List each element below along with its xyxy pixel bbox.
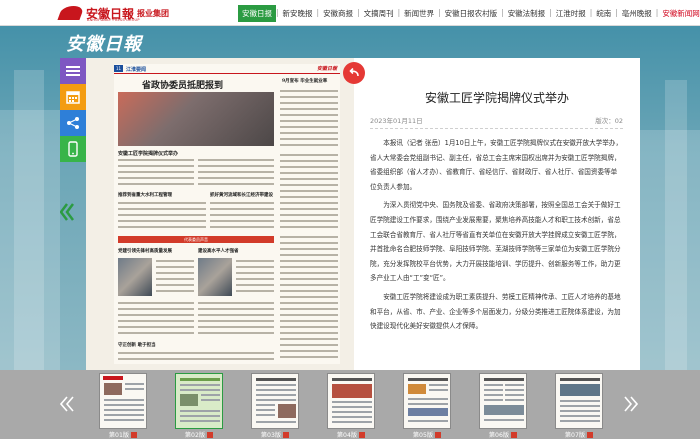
pdf-icon[interactable]	[435, 432, 442, 438]
article-body: 本报讯（记者 张岳）1月10日上午，安徽工匠学院揭牌仪式在安徽开放大学举办，省人…	[370, 136, 623, 368]
thumbnail-label: 第06版	[488, 432, 510, 439]
newspaper-page-image[interactable]: 11 江淮要闻 安徽日報 省政协委员抵肥报到 9月宣布 毕业生就业率 安徽工匠学…	[86, 58, 354, 370]
portrait-photo	[118, 258, 152, 296]
article-paragraph: 为深入贯彻党中央、国务院及省委、省政府决策部署，按照全国总工会关于做好工匠学院建…	[370, 201, 621, 283]
article-divider	[370, 128, 623, 129]
portrait-photo	[198, 258, 232, 296]
page-thumbnail[interactable]: 第04版	[324, 373, 378, 439]
back-button[interactable]	[343, 62, 365, 84]
headline-talent[interactable]: 建设高水平人才强省	[198, 248, 239, 254]
page-thumbnail[interactable]: 第01版	[96, 373, 150, 439]
back-arrow-icon	[349, 68, 359, 77]
chevron-double-left-icon	[59, 203, 74, 221]
logo-english-text: ANHUI DAILY PRESS GROUP	[87, 18, 140, 22]
mobile-icon	[68, 141, 78, 157]
nav-item-anhui-news-net[interactable]: 安徽新闻网	[658, 5, 700, 22]
thumbnail-image	[403, 373, 451, 429]
thumbnail-label: 第04版	[336, 432, 358, 439]
article-edition: 版次：02	[595, 117, 623, 125]
list-icon	[66, 66, 80, 76]
section-title: 江淮要闻	[126, 67, 147, 73]
headline-village[interactable]: 党建引领先锋村高质量发展	[118, 248, 172, 254]
top-navigation-bar: 安徽日報 报业集团 ANHUI DAILY PRESS GROUP 安徽日报 |…	[0, 0, 700, 26]
tool-sidebar	[60, 58, 86, 162]
previous-page-arrow[interactable]	[59, 198, 74, 228]
nav-item-rural-edition[interactable]: 安徽日报农村版	[441, 5, 502, 22]
thumbnail-image	[479, 373, 527, 429]
pdf-icon[interactable]	[207, 432, 214, 438]
page-thumbnail[interactable]: 第07版	[552, 373, 606, 439]
headline-article[interactable]: 安徽工匠学院揭牌仪式举办	[118, 150, 178, 157]
headline-yellow-river[interactable]: 抓好黄河流域和长江经济带建设	[210, 192, 273, 198]
article-panel: 安徽工匠学院揭牌仪式举办 2023年01月11日 版次：02 本报讯（记者 张岳…	[343, 58, 640, 370]
article-meta: 2023年01月11日 版次：02	[370, 115, 623, 125]
thumbnail-image	[555, 373, 603, 429]
article-title: 安徽工匠学院揭牌仪式举办	[424, 91, 569, 105]
thumbnail-label: 第07版	[564, 432, 586, 439]
article-date: 2023年01月11日	[370, 117, 423, 125]
newspaper-content: 11 江淮要闻 安徽日報 省政协委员抵肥报到 9月宣布 毕业生就业率 安徽工匠学…	[114, 64, 340, 364]
pdf-icon[interactable]	[283, 432, 290, 438]
page-thumbnail[interactable]: 第05版	[400, 373, 454, 439]
background-building	[665, 80, 687, 370]
nav-item-anhui-daily[interactable]: 安徽日报	[238, 5, 276, 22]
thumbnail-label: 第01版	[108, 432, 130, 439]
thumbnails-prev-button[interactable]	[59, 390, 74, 418]
headline-side[interactable]: 9月宣布 毕业生就业率	[282, 78, 338, 84]
nav-item-wannan[interactable]: 皖南	[592, 5, 615, 22]
pdf-icon[interactable]	[359, 432, 366, 438]
thumbnail-image	[99, 373, 147, 429]
thumbnails-next-button[interactable]	[624, 390, 639, 418]
nav-item-news-world[interactable]: 新闻世界	[400, 5, 438, 22]
headline-water[interactable]: 推荐到省重大水利工程管理	[118, 192, 172, 198]
news-photo	[118, 92, 274, 146]
thumbnail-image	[327, 373, 375, 429]
share-button[interactable]	[60, 110, 86, 136]
pdf-icon[interactable]	[587, 432, 594, 438]
site-logo[interactable]: 安徽日報 报业集团 ANHUI DAILY PRESS GROUP	[57, 3, 170, 23]
red-section-band: 代表委员声音	[118, 236, 274, 243]
pdf-icon[interactable]	[511, 432, 518, 438]
chevron-double-right-icon	[624, 396, 639, 412]
share-icon	[67, 117, 79, 129]
pdf-icon[interactable]	[131, 432, 138, 438]
article-paragraph: 本报讯（记者 张岳）1月10日上午，安徽工匠学院揭牌仪式在安徽开放大学举办，省人…	[370, 139, 623, 191]
list-button[interactable]	[60, 58, 86, 84]
page-thumbnail-strip: 第01版 第02版 第03版 第04版 第05版 第06版 第07版	[0, 370, 700, 439]
page-thumbnail[interactable]: 第06版	[476, 373, 530, 439]
page-number-badge: 11	[114, 65, 124, 72]
nav-item-jianghuai-times[interactable]: 江淮时报	[552, 5, 590, 22]
headline-bottom[interactable]: 守正创新 敢于担当	[118, 342, 156, 348]
article-paragraph: 安徽工匠学院将建设成为职工素质提升、劳模工匠精神传承、工匠人才培养的基地和平台，…	[370, 292, 621, 331]
thumbnail-label: 第05版	[412, 432, 434, 439]
newspaper-page-header: 11 江淮要闻 安徽日報	[114, 64, 340, 74]
background-building	[14, 70, 44, 370]
thumbnail-image	[175, 373, 223, 429]
nav-item-xinan-evening[interactable]: 新安晚报	[279, 5, 317, 22]
mobile-button[interactable]	[60, 136, 86, 162]
nav-item-anhui-business[interactable]: 安徽商报	[319, 5, 357, 22]
page-thumbnail-selected[interactable]: 第02版	[172, 373, 226, 439]
newspaper-masthead: 安徽日報	[66, 34, 142, 55]
thumbnail-label: 第03版	[260, 432, 282, 439]
publication-nav: 安徽日报 | 新安晚报 | 安徽商报 | 文摘周刊 | 新闻世界 | 安徽日报农…	[238, 5, 700, 22]
nav-item-digest-weekly[interactable]: 文摘周刊	[360, 5, 398, 22]
logo-mark-icon	[57, 6, 85, 20]
calendar-icon	[66, 91, 80, 104]
logo-group-text: 报业集团	[137, 8, 170, 18]
chevron-double-left-icon	[59, 396, 74, 412]
thumbnail-image	[251, 373, 299, 429]
page-thumbnail[interactable]: 第03版	[248, 373, 302, 439]
thumbnail-label: 第02版	[184, 432, 206, 439]
nav-item-legal-daily[interactable]: 安徽法制报	[504, 5, 550, 22]
calendar-button[interactable]	[60, 84, 86, 110]
headline-main[interactable]: 省政协委员抵肥报到	[142, 78, 223, 91]
nav-item-bozhou-evening[interactable]: 亳州晚报	[618, 5, 656, 22]
newspaper-mini-logo: 安徽日報	[316, 66, 337, 72]
